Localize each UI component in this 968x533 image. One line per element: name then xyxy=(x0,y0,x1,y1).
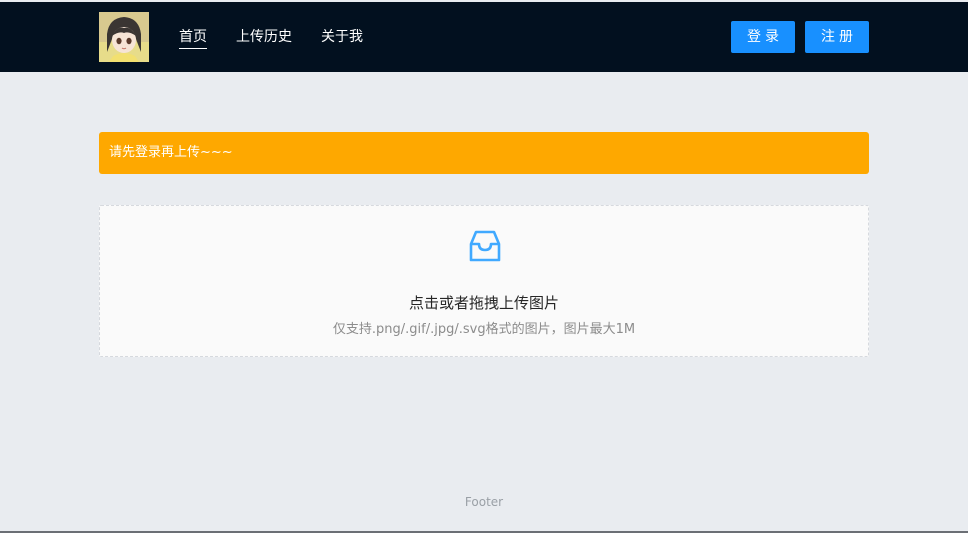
upload-format-hint: 仅支持.png/.gif/.jpg/.svg格式的图片，图片最大1M xyxy=(332,322,636,337)
upload-instruction: 点击或者拖拽上传图片 xyxy=(408,294,559,312)
page-footer: Footer xyxy=(464,495,504,509)
upload-dropzone[interactable]: 点击或者拖拽上传图片 仅支持.png/.gif/.jpg/.svg格式的图片，图… xyxy=(99,205,869,357)
nav-about-me[interactable]: 关于我 xyxy=(321,27,363,49)
alert-text: 请先登录再上传~~~ xyxy=(109,145,233,160)
nav-home[interactable]: 首页 xyxy=(179,27,207,49)
avatar[interactable] xyxy=(99,12,149,62)
register-button[interactable]: 注册 xyxy=(805,21,869,53)
top-navbar: 首页 上传历史 关于我 登录 注册 xyxy=(0,2,968,72)
inbox-icon xyxy=(469,230,501,262)
login-button[interactable]: 登录 xyxy=(731,21,795,53)
main-nav: 首页 上传历史 关于我 xyxy=(179,27,392,49)
login-required-alert: 请先登录再上传~~~ xyxy=(99,132,869,174)
nav-upload-history[interactable]: 上传历史 xyxy=(236,27,292,49)
avatar-image xyxy=(99,12,149,62)
